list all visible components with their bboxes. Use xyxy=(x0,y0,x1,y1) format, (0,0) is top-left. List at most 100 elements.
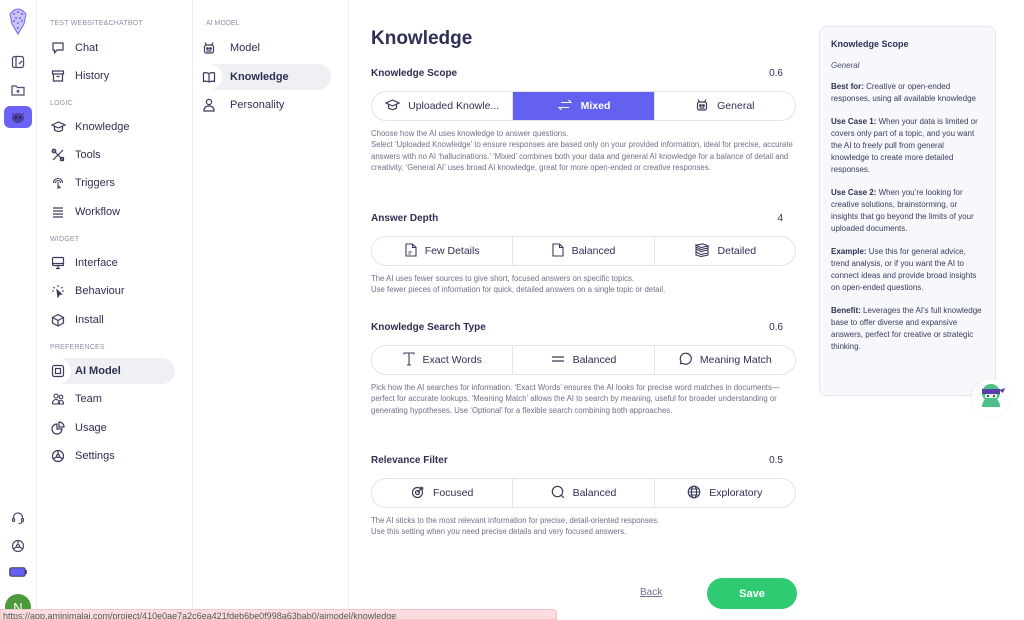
info-block-label: Use Case 2: xyxy=(831,188,877,197)
nav-item-usage[interactable]: Usage xyxy=(45,415,175,441)
setting-knowledge-search-type: Knowledge Search Type 0.6 Exact Words Ba… xyxy=(371,322,796,416)
archive-icon xyxy=(45,63,71,89)
nav-item-team[interactable]: Team xyxy=(45,386,175,412)
option-label: Balanced xyxy=(572,487,617,499)
robot-icon xyxy=(196,35,222,61)
option-label: General xyxy=(717,100,755,112)
nav-item-knowledge[interactable]: Knowledge xyxy=(45,114,175,140)
subnav-item-label: Model xyxy=(230,42,260,54)
setting-relevance-filter: Relevance Filter 0.5 Focused Balanced Ex… xyxy=(371,455,796,538)
option-general[interactable]: General xyxy=(655,92,795,120)
nav-item-label: AI Model xyxy=(75,365,121,377)
nav-item-label: History xyxy=(75,70,110,82)
option-uploaded-knowledge[interactable]: Uploaded Knowle... xyxy=(372,92,514,120)
tools-icon xyxy=(45,142,71,168)
info-block: Use Case 2: When you’re looking for crea… xyxy=(831,187,984,235)
setting-label: Knowledge Search Type xyxy=(371,322,486,333)
option-label: Detailed xyxy=(717,245,757,257)
bot-icon[interactable] xyxy=(4,106,32,128)
option-label: Meaning Match xyxy=(699,354,772,366)
setting-value: 0.6 xyxy=(769,68,783,79)
nav-item-chat[interactable]: Chat xyxy=(45,35,175,61)
nav-item-label: Knowledge xyxy=(75,121,130,133)
option-balanced-depth[interactable]: Balanced xyxy=(513,237,655,265)
speech-bubble-icon xyxy=(678,352,692,369)
settings-wheel-icon[interactable] xyxy=(8,536,28,556)
setting-value: 0.5 xyxy=(769,455,783,466)
nav-item-install[interactable]: Install xyxy=(45,307,175,333)
nav-item-interface[interactable]: Interface xyxy=(45,250,175,276)
info-block-label: Example: xyxy=(831,247,867,256)
segmented-control: Uploaded Knowle... Mixed General xyxy=(371,91,796,121)
nav-item-history[interactable]: History xyxy=(45,63,175,89)
nav-item-settings[interactable]: Settings xyxy=(45,443,175,469)
option-label: Exact Words xyxy=(422,354,482,366)
option-label: Focused xyxy=(433,487,474,499)
option-meaning-match[interactable]: Meaning Match xyxy=(655,346,795,374)
info-block-label: Best for: xyxy=(831,82,864,91)
option-balanced-relevance[interactable]: Balanced xyxy=(513,479,655,507)
setting-label: Answer Depth xyxy=(371,213,439,224)
setting-value: 4 xyxy=(777,213,783,224)
setting-description: Pick how the AI searches for information… xyxy=(371,383,780,415)
subnav-item-knowledge[interactable]: Knowledge xyxy=(196,64,331,90)
subnav-item-label: Personality xyxy=(230,99,285,111)
option-balanced-search[interactable]: Balanced xyxy=(513,346,655,374)
option-detailed[interactable]: Detailed xyxy=(655,237,795,265)
setting-description: Choose how the AI uses knowledge to answ… xyxy=(371,129,793,172)
nav-item-label: Interface xyxy=(75,257,118,269)
option-label: Few Details xyxy=(424,245,480,257)
save-button[interactable]: Save xyxy=(707,578,797,609)
option-label: Mixed xyxy=(580,100,611,112)
back-link[interactable]: Back xyxy=(640,587,662,598)
option-focused[interactable]: Focused xyxy=(372,479,514,507)
nav-item-label: Triggers xyxy=(75,177,115,189)
knowledge-settings: Knowledge Knowledge Scope 0.6 Uploaded K… xyxy=(350,0,810,620)
option-exact-words[interactable]: Exact Words xyxy=(372,346,514,374)
team-icon xyxy=(45,386,71,412)
status-bar-url: https://app.aminimalai.com/project/410e0… xyxy=(0,609,557,620)
setting-label: Relevance Filter xyxy=(371,455,448,466)
option-mixed[interactable]: Mixed xyxy=(513,92,655,120)
nav-item-label: Install xyxy=(75,314,104,326)
app-root: N TEST WEBSITE&CHATBOT Chat History LOGI… xyxy=(0,0,1024,620)
chatbot-launcher[interactable] xyxy=(972,379,1010,417)
nav-item-workflow[interactable]: Workflow xyxy=(45,199,175,225)
setting-description: The AI uses fewer sources to give short,… xyxy=(371,274,666,295)
logo-icon[interactable] xyxy=(8,6,28,36)
info-block: Example: Use this for general advice, tr… xyxy=(831,246,984,294)
nav-item-ai-model[interactable]: AI Model xyxy=(45,358,175,384)
nav-item-label: Workflow xyxy=(75,206,121,218)
book-icon xyxy=(196,64,222,90)
subnav-item-personality[interactable]: Personality xyxy=(196,92,331,118)
nav-item-label: Settings xyxy=(75,450,115,462)
monitor-icon xyxy=(45,250,71,276)
target-icon xyxy=(411,485,425,502)
subnav-item-model[interactable]: Model xyxy=(196,35,331,61)
graduation-cap-icon xyxy=(45,114,71,140)
segmented-control: Few Details Balanced Detailed xyxy=(371,236,796,266)
nav-item-label: Team xyxy=(75,393,102,405)
chip-icon xyxy=(45,358,71,384)
info-subtitle: General xyxy=(831,61,860,70)
nav-item-behaviour[interactable]: Behaviour xyxy=(45,278,175,304)
option-label: Exploratory xyxy=(709,487,763,499)
segmented-control: Exact Words Balanced Meaning Match xyxy=(371,345,796,375)
option-few-details[interactable]: Few Details xyxy=(372,237,514,265)
support-icon[interactable] xyxy=(8,508,28,528)
nav-item-tools[interactable]: Tools xyxy=(45,142,175,168)
globe-icon xyxy=(687,485,701,502)
nav-item-triggers[interactable]: Triggers xyxy=(45,170,175,196)
arrows-exchange-icon xyxy=(557,99,573,114)
workflow-icon xyxy=(45,199,71,225)
robot-icon xyxy=(695,98,709,115)
dashboard-icon[interactable] xyxy=(8,52,28,72)
chat-icon xyxy=(45,35,71,61)
subnav-section-title: AI MODEL xyxy=(206,20,240,27)
add-folder-icon[interactable] xyxy=(8,79,28,99)
icon-rail: N xyxy=(0,0,37,620)
info-panel: Knowledge Scope General Best for: Creati… xyxy=(819,26,996,396)
option-exploratory[interactable]: Exploratory xyxy=(655,479,795,507)
main-nav: TEST WEBSITE&CHATBOT Chat History LOGIC … xyxy=(37,0,193,620)
nav-item-label: Chat xyxy=(75,42,99,54)
